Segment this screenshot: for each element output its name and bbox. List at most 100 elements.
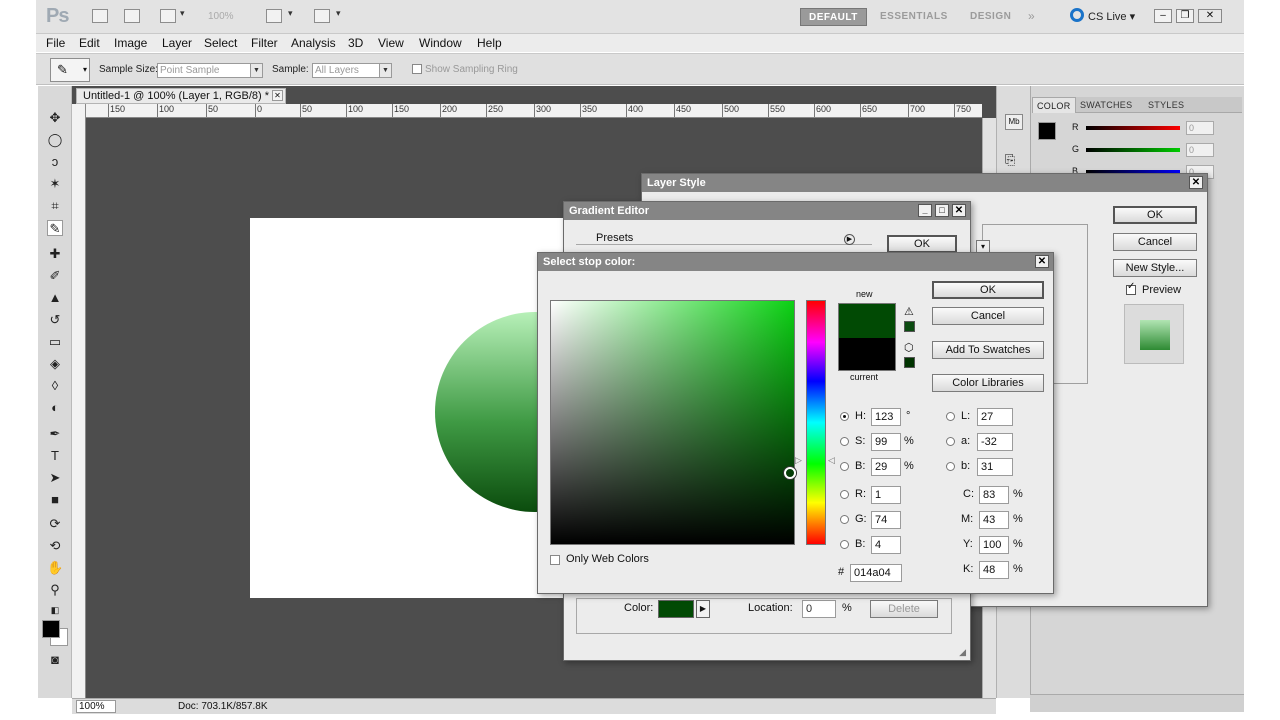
menu-edit[interactable]: Edit	[79, 36, 100, 50]
hue-field[interactable]: 123	[871, 408, 901, 426]
menu-analysis[interactable]: Analysis	[291, 36, 336, 50]
brightness-radio[interactable]	[840, 462, 849, 471]
minibridge-icon[interactable]	[124, 9, 140, 23]
green-field[interactable]: 74	[871, 511, 901, 529]
web-safe-warning-icon[interactable]: ⬡	[904, 341, 914, 354]
new-style-button[interactable]: New Style...	[1113, 259, 1197, 277]
move-tool-icon[interactable]: ✥	[47, 110, 63, 126]
tab-swatches[interactable]: SWATCHES	[1076, 97, 1136, 113]
menu-file[interactable]: File	[46, 36, 65, 50]
rectangle-tool-icon[interactable]: ■	[47, 492, 63, 508]
close-icon[interactable]: ✕	[952, 204, 966, 217]
web-safe-color-swatch[interactable]	[904, 357, 915, 368]
stop-color-arrow-icon[interactable]: ▶	[696, 600, 710, 618]
menu-layer[interactable]: Layer	[162, 36, 192, 50]
current-color-swatch[interactable]	[839, 338, 895, 370]
zoom-level[interactable]: 100%	[208, 11, 234, 22]
minimize-button[interactable]: –	[1154, 9, 1172, 23]
red-slider[interactable]	[1086, 126, 1180, 130]
screen-mode-icon[interactable]	[314, 9, 330, 23]
document-tab[interactable]: Untitled-1 @ 100% (Layer 1, RGB/8) * ✕	[76, 88, 286, 104]
history-brush-icon[interactable]: ↺	[47, 312, 63, 328]
gradient-ok-button[interactable]: OK	[887, 235, 957, 253]
tab-color[interactable]: COLOR	[1032, 97, 1076, 113]
default-colors-icon[interactable]: ◧	[47, 602, 63, 618]
presets-menu-icon[interactable]: ▶	[844, 234, 855, 245]
magenta-field[interactable]: 43	[979, 511, 1009, 529]
b-radio[interactable]	[946, 462, 955, 471]
dodge-tool-icon[interactable]: ◐	[47, 400, 63, 416]
menu-select[interactable]: Select	[204, 36, 237, 50]
out-of-gamut-warning-icon[interactable]: ⚠	[904, 305, 914, 318]
tool-preset-picker[interactable]: ✎ ▾	[50, 58, 90, 82]
picker-cancel-button[interactable]: Cancel	[932, 307, 1044, 325]
green-radio[interactable]	[840, 515, 849, 524]
chevron-down-icon[interactable]: ▾	[180, 8, 185, 19]
history-panel-icon[interactable]: ⎘	[1005, 152, 1015, 168]
eyedropper-tool-icon[interactable]: ✎	[47, 220, 63, 236]
red-radio[interactable]	[840, 490, 849, 499]
hand-tool-icon[interactable]: ✋	[47, 560, 63, 576]
only-web-colors-checkbox[interactable]	[550, 555, 560, 565]
type-tool-icon[interactable]: T	[47, 448, 63, 464]
panel-foreground-swatch[interactable]	[1038, 122, 1056, 140]
lab-b-field[interactable]: 31	[977, 458, 1013, 476]
hue-right-arrow-icon[interactable]: ◁	[828, 455, 835, 466]
show-sampling-ring-checkbox[interactable]	[412, 64, 422, 74]
close-document-icon[interactable]: ✕	[272, 90, 283, 101]
yellow-field[interactable]: 100	[979, 536, 1009, 554]
menu-3d[interactable]: 3D	[348, 36, 363, 50]
close-icon[interactable]: ✕	[1189, 176, 1203, 189]
workspace-design[interactable]: DESIGN	[962, 8, 1019, 26]
foreground-color-swatch[interactable]	[42, 620, 60, 638]
chevron-down-icon[interactable]: ▾	[336, 8, 341, 19]
color-field[interactable]	[550, 300, 795, 545]
gamut-color-swatch[interactable]	[904, 321, 915, 332]
layer-style-ok-button[interactable]: OK	[1113, 206, 1197, 224]
blur-tool-icon[interactable]: ◊	[47, 378, 63, 394]
black-field[interactable]: 48	[979, 561, 1009, 579]
paint-bucket-icon[interactable]: ◈	[47, 356, 63, 372]
red-value-field[interactable]: 0	[1186, 121, 1214, 135]
stop-color-swatch[interactable]	[658, 600, 694, 618]
lightness-field[interactable]: 27	[977, 408, 1013, 426]
hue-radio[interactable]	[840, 412, 849, 421]
hue-left-arrow-icon[interactable]: ▷	[795, 455, 802, 466]
tab-styles[interactable]: STYLES	[1144, 97, 1188, 113]
a-field[interactable]: -32	[977, 433, 1013, 451]
path-select-icon[interactable]: ➤	[47, 470, 63, 486]
quick-mask-icon[interactable]: ◙	[47, 652, 63, 668]
delete-stop-button[interactable]: Delete	[870, 600, 938, 618]
green-slider[interactable]	[1086, 148, 1180, 152]
menu-image[interactable]: Image	[114, 36, 147, 50]
minibridge-panel-icon[interactable]: Mb	[1005, 114, 1023, 130]
saturation-radio[interactable]	[840, 437, 849, 446]
cs-live-menu[interactable]: CS Live ▾	[1070, 8, 1135, 26]
layer-style-cancel-button[interactable]: Cancel	[1113, 233, 1197, 251]
healing-brush-icon[interactable]: ✚	[47, 246, 63, 262]
3d-rotate-icon[interactable]: ⟳	[47, 516, 63, 532]
cyan-field[interactable]: 83	[979, 486, 1009, 504]
lasso-tool-icon[interactable]: ↄ	[47, 154, 63, 170]
workspace-default[interactable]: DEFAULT	[800, 8, 867, 26]
bridge-icon[interactable]	[92, 9, 108, 23]
menu-help[interactable]: Help	[477, 36, 502, 50]
workspace-essentials[interactable]: ESSENTIALS	[872, 8, 956, 26]
close-window-button[interactable]: ✕	[1198, 9, 1222, 23]
menu-window[interactable]: Window	[419, 36, 462, 50]
brightness-field[interactable]: 29	[871, 458, 901, 476]
maximize-icon[interactable]: □	[935, 204, 949, 217]
lightness-radio[interactable]	[946, 412, 955, 421]
picker-ok-button[interactable]: OK	[932, 281, 1044, 299]
eraser-tool-icon[interactable]: ▭	[47, 334, 63, 350]
red-field[interactable]: 1	[871, 486, 901, 504]
status-zoom-field[interactable]: 100%	[76, 700, 116, 713]
clone-stamp-icon[interactable]: ▲	[47, 290, 63, 306]
view-extras-icon[interactable]	[160, 9, 176, 23]
minimize-icon[interactable]: _	[918, 204, 932, 217]
quick-select-icon[interactable]: ✶	[47, 176, 63, 192]
blue-radio[interactable]	[840, 540, 849, 549]
blue-field[interactable]: 4	[871, 536, 901, 554]
restore-button[interactable]: ❐	[1176, 9, 1194, 23]
add-to-swatches-button[interactable]: Add To Swatches	[932, 341, 1044, 359]
